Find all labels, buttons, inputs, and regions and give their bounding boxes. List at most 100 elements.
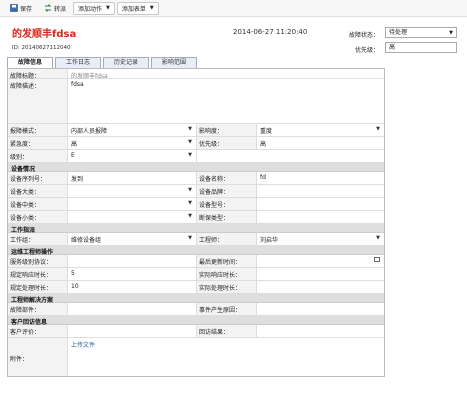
work-group-value: 维修设备组 bbox=[71, 237, 102, 244]
level-label: 级别： bbox=[8, 150, 68, 162]
empty-cell bbox=[257, 150, 384, 162]
created-datetime: 2014-06-27 11:20:40 bbox=[233, 28, 308, 36]
fault-title-field[interactable]: 的发顺丰fdsa bbox=[68, 69, 384, 80]
work-group-select[interactable]: 维修设备组 ▼ bbox=[68, 233, 197, 245]
customer-eval-label: 客户评价： bbox=[8, 325, 68, 337]
device-name-label: 设备名称： bbox=[197, 172, 257, 184]
empty-cell bbox=[197, 150, 257, 162]
actual-resp-field[interactable] bbox=[257, 268, 384, 280]
chevron-down-icon: ▼ bbox=[188, 235, 192, 241]
latest-update-label: 最后更新时间： bbox=[197, 255, 257, 267]
resp-time-label: 规定响应时长： bbox=[8, 268, 68, 280]
add-form-label: 添加表单 bbox=[121, 5, 146, 13]
level-select[interactable]: E ▼ bbox=[68, 150, 197, 162]
transfer-label: 转派 bbox=[54, 5, 67, 13]
device-mid-select[interactable]: ▼ bbox=[68, 198, 197, 210]
visit-result-field[interactable] bbox=[257, 325, 384, 337]
priority-value: 高 bbox=[389, 44, 396, 51]
fault-title-label: 故障标题： bbox=[8, 69, 68, 80]
attachment-label: 附件： bbox=[8, 338, 68, 376]
handle-time-label: 规定处理时长： bbox=[8, 281, 68, 293]
fault-desc-field[interactable]: fdsa bbox=[68, 79, 384, 123]
handle-time-field[interactable]: 10 bbox=[68, 281, 197, 293]
tab-fault-info[interactable]: 故障信息 bbox=[7, 57, 54, 68]
fault-part-field[interactable] bbox=[68, 303, 197, 315]
form-row: 报障模式： 内部人员报障 ▼ 影响度： 重度 ▼ bbox=[8, 124, 384, 137]
device-brand-field[interactable] bbox=[257, 185, 384, 197]
impact-label: 影响度： bbox=[197, 124, 257, 136]
report-mode-select[interactable]: 内部人员报障 ▼ bbox=[68, 124, 197, 136]
form-row: 规定处理时长： 10 实际处理时长： bbox=[8, 281, 384, 294]
device-major-select[interactable]: ▼ bbox=[68, 185, 197, 197]
section-ops: 运维工程师操作 bbox=[8, 246, 384, 256]
fault-type-label: 断保类型： bbox=[197, 211, 257, 223]
chevron-down-icon: ▼ bbox=[188, 200, 192, 206]
form-priority-field[interactable]: 高 bbox=[257, 137, 384, 149]
form-row: 故障描述： fdsa bbox=[8, 79, 384, 124]
section-device: 设备情况 bbox=[8, 163, 384, 173]
engineer-value: 刘启华 bbox=[260, 237, 279, 244]
chevron-down-icon: ▼ bbox=[449, 30, 453, 36]
form-row: 紧急度： 高 ▼ 优先级： 高 bbox=[8, 137, 384, 150]
fault-ticket-window: 保存 转派 添加动作 ▼ 添加表单 ▼ 的发顺丰fdsa 2014-06-27 … bbox=[0, 0, 467, 419]
status-select[interactable]: 待处理 ▼ bbox=[385, 27, 457, 38]
chevron-down-icon: ▼ bbox=[188, 126, 192, 132]
save-icon bbox=[10, 4, 18, 12]
resp-time-field[interactable]: 5 bbox=[68, 268, 197, 280]
device-brand-label: 设备品牌： bbox=[197, 185, 257, 197]
form-row: 级别： E ▼ bbox=[8, 150, 384, 163]
device-major-label: 设备大类： bbox=[8, 185, 68, 197]
cause-label: 事件产生原因： bbox=[197, 303, 257, 315]
impact-select[interactable]: 重度 ▼ bbox=[257, 124, 384, 136]
tab-work-log[interactable]: 工作日志 bbox=[55, 57, 102, 68]
urgency-select[interactable]: 高 ▼ bbox=[68, 137, 197, 149]
form-row: 设备大类： ▼ 设备品牌： bbox=[8, 185, 384, 198]
form-row: 规定响应时长： 5 实际响应时长： bbox=[8, 268, 384, 281]
status-value: 待处理 bbox=[389, 29, 408, 36]
priority-field[interactable]: 高 bbox=[385, 42, 457, 53]
tab-bar: 故障信息 工作日志 历史记录 影响范围 bbox=[7, 57, 199, 68]
fault-part-label: 故障部件： bbox=[8, 303, 68, 315]
transfer-button[interactable]: 转派 bbox=[39, 2, 71, 15]
report-mode-label: 报障模式： bbox=[8, 124, 68, 136]
form-row: 故障部件： 事件产生原因： bbox=[8, 303, 384, 316]
calendar-icon[interactable] bbox=[374, 257, 380, 262]
urgency-label: 紧急度： bbox=[8, 137, 68, 149]
attachment-area: 上传文件 bbox=[68, 338, 384, 376]
engineer-select[interactable]: 刘启华 ▼ bbox=[257, 233, 384, 245]
report-mode-value: 内部人员报障 bbox=[71, 128, 108, 135]
device-minor-select[interactable]: ▼ bbox=[68, 211, 197, 223]
level-value: E bbox=[71, 152, 75, 159]
customer-eval-field[interactable] bbox=[68, 325, 197, 337]
service-level-field[interactable] bbox=[68, 255, 197, 267]
actual-handle-field[interactable] bbox=[257, 281, 384, 293]
section-visit: 客户回访信息 bbox=[8, 316, 384, 326]
urgency-value: 高 bbox=[71, 141, 78, 148]
save-label: 保存 bbox=[20, 5, 33, 13]
visit-result-label: 回访结果： bbox=[197, 325, 257, 337]
device-model-field[interactable] bbox=[257, 198, 384, 210]
chevron-down-icon: ▼ bbox=[188, 152, 192, 158]
latest-update-field[interactable] bbox=[257, 255, 384, 267]
chevron-down-icon: ▼ bbox=[376, 235, 380, 241]
form-row: 附件： 上传文件 bbox=[8, 338, 384, 376]
save-button[interactable]: 保存 bbox=[5, 2, 37, 15]
tab-impact[interactable]: 影响范围 bbox=[151, 57, 198, 68]
impact-value: 重度 bbox=[260, 128, 273, 135]
service-level-label: 服务级别协议： bbox=[8, 255, 68, 267]
fault-form: 故障标题： 的发顺丰fdsa 故障描述： fdsa 报障模式： 内部人员报障 ▼ … bbox=[7, 68, 385, 377]
upload-file-link[interactable]: 上传文件 bbox=[71, 342, 95, 349]
tab-history[interactable]: 历史记录 bbox=[103, 57, 150, 68]
fault-type-field[interactable] bbox=[257, 211, 384, 223]
device-name-field[interactable]: fd bbox=[257, 172, 384, 184]
chevron-down-icon: ▼ bbox=[106, 5, 110, 11]
device-serial-label: 设备序列号： bbox=[8, 172, 68, 184]
cause-field[interactable] bbox=[257, 303, 384, 315]
add-form-dropdown[interactable]: 添加表单 ▼ bbox=[116, 1, 159, 15]
chevron-down-icon: ▼ bbox=[188, 139, 192, 145]
form-row: 客户评价： 回访结果： bbox=[8, 325, 384, 338]
fault-desc-label: 故障描述： bbox=[8, 79, 68, 123]
device-serial-field[interactable]: 发到 bbox=[68, 172, 197, 184]
add-action-dropdown[interactable]: 添加动作 ▼ bbox=[73, 1, 115, 15]
section-dispatch: 工作指派 bbox=[8, 224, 384, 234]
